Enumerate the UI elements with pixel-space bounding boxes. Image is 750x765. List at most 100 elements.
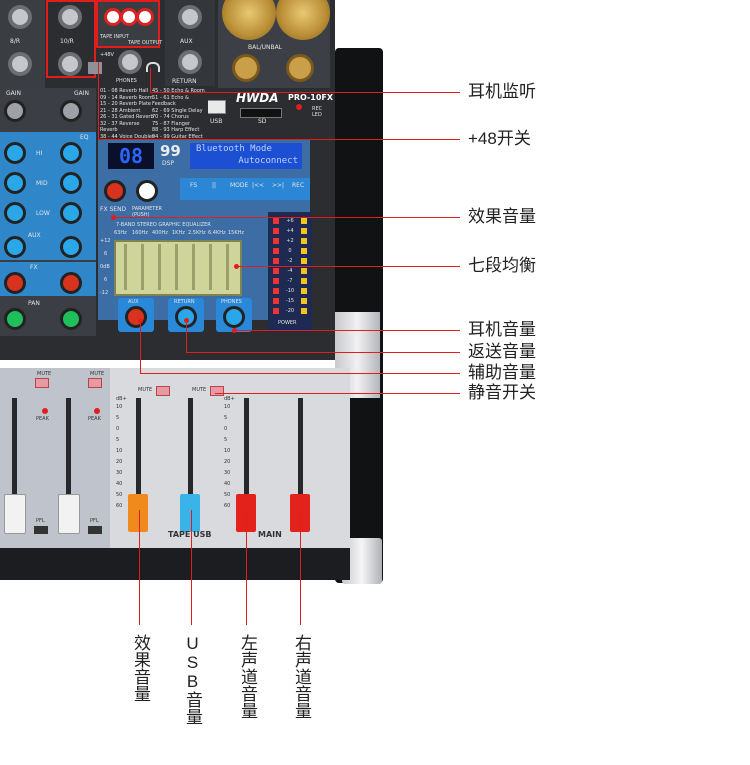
aux-label: AUX <box>28 232 41 239</box>
tape-usb-label: TAPE USB <box>168 530 212 539</box>
sd-label: SD <box>258 118 267 125</box>
callout-line <box>114 217 460 218</box>
meter-label: -7 <box>287 278 293 284</box>
callout-line <box>215 393 460 394</box>
return-master-label: RETURN <box>174 299 195 305</box>
bal-unbal-label: BAL/UNBAL <box>248 44 283 51</box>
channel-label: 8/R <box>10 38 21 45</box>
line-jack[interactable] <box>58 52 82 76</box>
fx-fader[interactable] <box>128 494 148 532</box>
hi-knob[interactable] <box>4 142 26 164</box>
gain-knob[interactable] <box>60 100 82 122</box>
mute-label: MUTE <box>138 387 153 393</box>
channel-10-fader[interactable] <box>58 494 80 534</box>
fx-send-knob[interactable] <box>104 180 126 202</box>
mid-knob[interactable] <box>60 172 82 194</box>
lcd-display: Bluetooth Mode Autoconnect <box>190 143 302 169</box>
headphone-icon <box>146 62 160 72</box>
eq-slider[interactable] <box>226 244 229 290</box>
next-button[interactable]: >>| <box>272 182 284 189</box>
channel-9-fader[interactable] <box>4 494 26 534</box>
rca-jack[interactable] <box>136 8 154 26</box>
eq-freq-label: 63Hz <box>114 230 127 236</box>
pfl-button[interactable] <box>34 526 48 534</box>
meter-label: 0 <box>288 248 292 254</box>
phones-jack[interactable] <box>118 50 142 74</box>
aux-master-knob[interactable] <box>125 306 147 328</box>
eq-scale-label: 0dB <box>100 264 110 270</box>
eq-slider[interactable] <box>192 244 195 290</box>
dsp-number: 99 <box>160 142 181 160</box>
meter-label: -10 <box>285 288 295 294</box>
callout-usb-fader: USB音量 <box>183 634 202 725</box>
fx-knob[interactable] <box>60 272 82 294</box>
model-name: PRO-10FX <box>288 93 334 102</box>
fx-knob[interactable] <box>4 272 26 294</box>
line-jack[interactable] <box>8 52 32 76</box>
phones-master-knob[interactable] <box>223 306 245 328</box>
eq-slider[interactable] <box>141 244 144 290</box>
aux-knob[interactable] <box>4 236 26 258</box>
pause-button[interactable]: || <box>212 182 216 189</box>
mode-button[interactable]: MODE <box>230 182 248 189</box>
eq-freq-label: 160Hz <box>132 230 148 236</box>
fader-scale-label: 40 <box>224 481 231 487</box>
eq-slider[interactable] <box>124 244 127 290</box>
jack-output-right[interactable] <box>286 54 314 82</box>
transport-buttons: FS || MODE |<< >>| REC <box>180 178 310 200</box>
pfl-button[interactable] <box>88 526 102 534</box>
mute-button[interactable] <box>88 378 102 388</box>
mid-knob[interactable] <box>4 172 26 194</box>
pan-knob[interactable] <box>4 308 26 330</box>
pfl-label: PFL <box>90 518 99 524</box>
return-jack-label: RETURN <box>172 78 197 85</box>
aux-jack-label: AUX <box>180 38 193 45</box>
eq-freq-label: 2.5KHz <box>188 230 206 236</box>
callout-line <box>186 352 460 353</box>
pan-label: PAN <box>28 300 40 307</box>
mute-button[interactable] <box>35 378 49 388</box>
fx-label: FX <box>30 264 38 271</box>
bottom-strip <box>0 548 350 580</box>
fader-scale-label: 0 <box>116 426 120 432</box>
mute-button[interactable] <box>156 386 170 396</box>
aux-knob[interactable] <box>60 236 82 258</box>
callout-line <box>98 139 460 140</box>
meter-label: +2 <box>286 238 294 244</box>
aux-jack[interactable] <box>178 5 202 29</box>
eq-slider[interactable] <box>209 244 212 290</box>
callout-line <box>150 68 151 92</box>
eq-slider[interactable] <box>158 244 161 290</box>
effect-item: 15 - 20 Reverb Plate <box>100 101 151 107</box>
usb-fader[interactable] <box>180 494 200 532</box>
prev-button[interactable]: |<< <box>252 182 264 189</box>
fader-scale-label: 5 <box>116 437 120 443</box>
phantom-switch[interactable] <box>88 62 102 74</box>
pan-knob[interactable] <box>60 308 82 330</box>
gain-knob[interactable] <box>4 100 26 122</box>
effects-col-2: 45 - 50 Echo & Room 51 - 61 Echo & Feedb… <box>152 88 208 140</box>
gain-label: GAIN <box>74 90 90 97</box>
line-jack[interactable] <box>58 5 82 29</box>
jack-output-left[interactable] <box>232 54 260 82</box>
low-knob[interactable] <box>60 202 82 224</box>
effects-list: 01 - 08 Reverb Hall 09 - 14 Reverb Room … <box>98 88 208 140</box>
fader-scale-label: 30 <box>116 470 123 476</box>
hi-knob[interactable] <box>60 142 82 164</box>
peak-led <box>94 408 100 414</box>
callout-left-fader: 左声道音量 <box>238 634 257 719</box>
fader-scale-label: 20 <box>224 459 231 465</box>
return-jack[interactable] <box>178 50 202 74</box>
line-jack[interactable] <box>8 5 32 29</box>
callout-7band-eq: 七段均衡 <box>468 256 536 275</box>
parameter-knob[interactable] <box>136 180 158 202</box>
low-knob[interactable] <box>4 202 26 224</box>
mute-button[interactable] <box>210 386 224 396</box>
rec-button[interactable]: REC <box>292 182 304 189</box>
main-label: MAIN <box>258 530 282 539</box>
eq-slider[interactable] <box>175 244 178 290</box>
sd-slot[interactable] <box>240 108 282 118</box>
callout-line <box>237 266 460 267</box>
transport-fs-button[interactable]: FS <box>190 182 197 189</box>
tape-input-label: TAPE INPUT <box>100 34 129 40</box>
